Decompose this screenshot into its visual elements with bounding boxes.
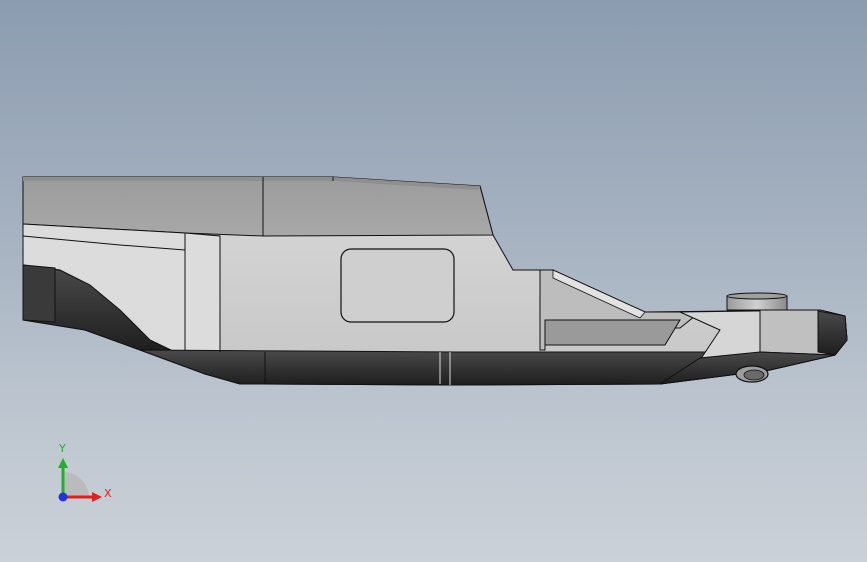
part-slot-floor: [544, 319, 681, 346]
cad-part-model[interactable]: [0, 0, 867, 562]
x-axis-label: X: [104, 487, 112, 500]
part-boss-top: [726, 292, 788, 300]
part-recessed-window: [340, 248, 455, 323]
part-left-dark-end-2: [22, 264, 56, 323]
y-axis-label: Y: [59, 442, 66, 455]
3d-viewport[interactable]: Y X: [0, 0, 867, 562]
part-mount-hole-inner: [743, 369, 765, 381]
part-right-nose-tip: [817, 310, 848, 356]
